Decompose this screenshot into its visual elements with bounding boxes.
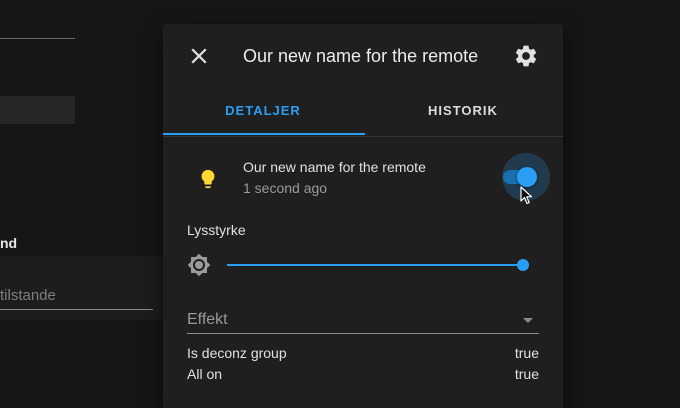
background-input-box[interactable] [0,96,75,124]
brightness-slider-thumb[interactable] [517,259,529,271]
background-field-placeholder: tilstande [0,287,56,304]
brightness-icon [187,253,211,277]
lightbulb-icon [201,169,215,189]
close-icon [191,48,207,64]
attribute-value: true [514,366,539,382]
dialog-title: Our new name for the remote [243,46,479,66]
tabs-divider [163,136,563,137]
background-field-underline [0,309,153,310]
gear-icon [515,45,537,67]
settings-button[interactable] [513,43,539,69]
active-tab-indicator [163,133,365,135]
attribute-key: All on [187,366,223,382]
attribute-row: Is deconz group true [187,345,539,365]
tab-bar: DETALJER HISTORIK [163,96,563,136]
attribute-key: Is deconz group [187,345,287,361]
brightness-slider-track[interactable] [227,264,523,266]
brightness-label: Lysstyrke [187,222,246,238]
effect-select[interactable]: Effekt [187,306,539,335]
attribute-value: true [514,345,539,361]
background-section-heading: nd [0,235,18,251]
attribute-row: All on true [187,366,539,386]
effect-label: Effekt [187,311,228,328]
toggle-thumb[interactable] [517,167,537,187]
caret-down-icon [523,318,533,323]
more-info-dialog: Our new name for the remote DETALJER HIS… [163,24,563,408]
tab-details[interactable]: DETALJER [163,96,363,134]
effect-underline [187,333,539,334]
tab-history[interactable]: HISTORIK [363,96,563,134]
background-divider [0,38,75,39]
close-button[interactable] [187,44,211,68]
entity-name: Our new name for the remote [243,159,426,175]
entity-last-changed: 1 second ago [243,180,328,196]
